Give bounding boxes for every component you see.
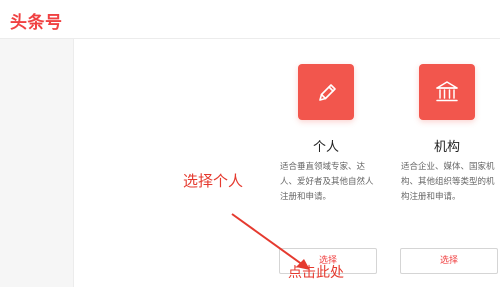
card-organization-description: 适合企业、媒体、国家机构、其他组织等类型的机构注册和申请。 (401, 162, 495, 202)
account-type-page: 头条号 个人 适合垂直领域专家、达人、爱好者及其他自然人注册和申请。 选择 机构… (0, 0, 500, 287)
card-person[interactable]: 个人 适合垂直领域专家、达人、爱好者及其他自然人注册和申请。 选择 (271, 56, 381, 287)
left-side-panel (0, 39, 74, 287)
pencil-icon (298, 64, 354, 120)
toutiao-logo[interactable]: 头条号 (10, 8, 63, 33)
card-organization[interactable]: 机构 适合企业、媒体、国家机构、其他组织等类型的机构注册和申请。 选择 (392, 56, 500, 287)
annotation-select-person: 选择个人 (183, 172, 244, 190)
select-organization-button[interactable]: 选择 (400, 248, 498, 274)
annotation-click-here: 点击此处 (288, 265, 344, 281)
card-person-title: 个人 (312, 140, 339, 155)
top-header: 头条号 (0, 0, 500, 39)
card-organization-title: 机构 (433, 140, 460, 155)
card-person-description: 适合垂直领域专家、达人、爱好者及其他自然人注册和申请。 (280, 162, 374, 202)
institution-icon (419, 64, 475, 120)
